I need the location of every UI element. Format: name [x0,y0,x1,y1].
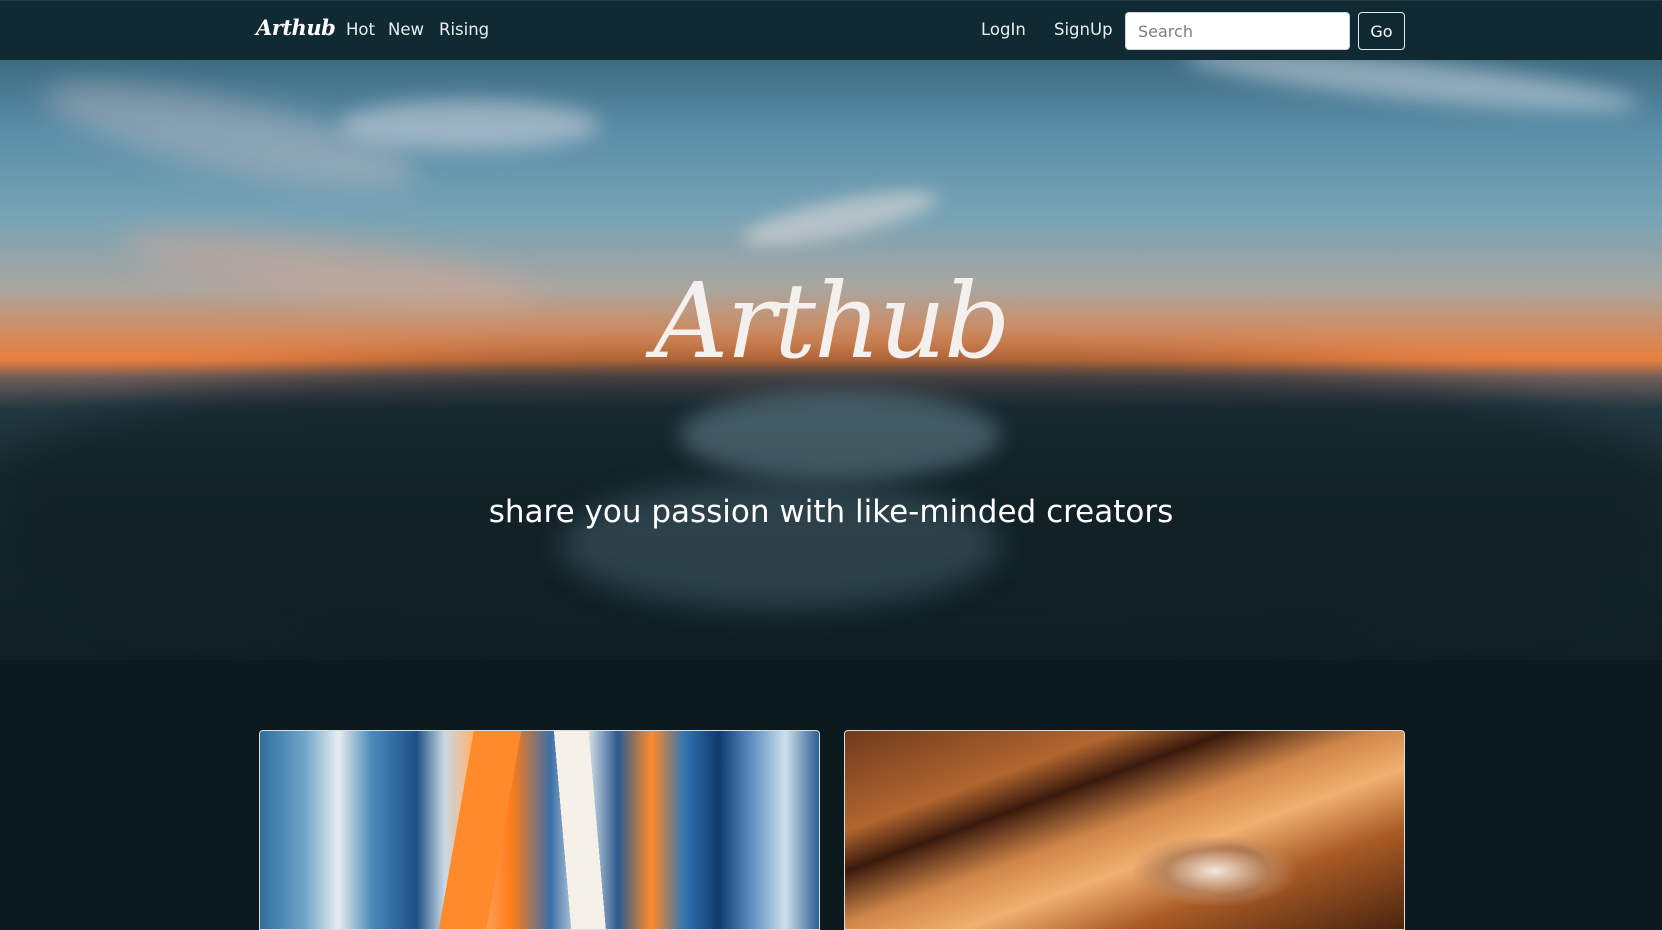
hero-title: Arthub [653,260,1010,382]
hero-cloud [340,100,600,150]
signup-link[interactable]: SignUp [1054,20,1113,39]
card-grid [0,660,1662,930]
nav-link-new[interactable]: New [388,20,424,39]
nav-link-rising[interactable]: Rising [439,20,489,39]
login-link[interactable]: LogIn [981,20,1026,39]
artwork-card-street-mural[interactable] [844,730,1405,930]
search-input[interactable] [1125,12,1350,50]
artwork-card-abstract-painting[interactable] [259,730,820,930]
go-button[interactable]: Go [1358,12,1405,50]
hero-lake [680,390,1000,480]
nav-link-hot[interactable]: Hot [346,20,375,39]
brand-logo[interactable]: Arthub [256,15,336,40]
hero-tagline: share you passion with like-minded creat… [488,494,1174,530]
navbar: Arthub Hot New Rising LogIn SignUp Go [0,0,1662,60]
hero-banner: Arthub share you passion with like-minde… [0,60,1662,660]
hero-cloud [738,179,942,257]
hero-cloud [1179,60,1641,124]
